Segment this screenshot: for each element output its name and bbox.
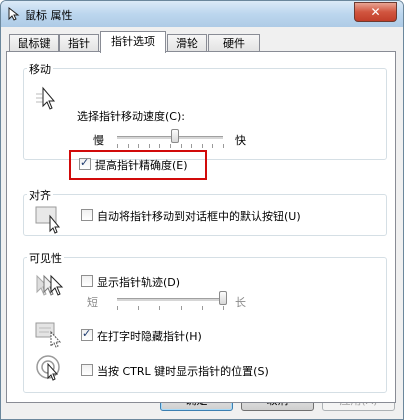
snap-heading: 对齐 — [27, 187, 53, 203]
speed-label: 选择指针移动速度(C): — [77, 110, 185, 123]
close-button[interactable]: ✕ — [354, 2, 397, 22]
slider-tick — [127, 144, 129, 148]
tab-buttons[interactable]: 鼠标键 — [9, 34, 59, 51]
pointer-options-panel: 移动 选择指针移动速度(C): 慢 快 提高指针精确度(E) 对齐 — [6, 51, 396, 403]
snap-to-icon — [35, 206, 61, 234]
speed-slider-thumb[interactable] — [171, 129, 180, 143]
tab-hardware[interactable]: 硬件 — [208, 34, 260, 51]
slider-tick — [180, 306, 182, 310]
slider-tick — [223, 306, 224, 310]
slider-tick — [201, 306, 203, 310]
trails-label[interactable]: 显示指针轨迹(D) — [97, 274, 180, 290]
show-location-checkbox[interactable] — [81, 364, 93, 376]
trails-checkbox[interactable] — [81, 275, 93, 287]
slider-tick — [180, 144, 182, 148]
trails-short-label: 短 — [87, 296, 98, 309]
slider-tick — [170, 144, 171, 148]
slider-tick — [148, 144, 150, 148]
snap-checkbox[interactable] — [81, 209, 93, 221]
slider-tick — [138, 144, 140, 148]
trails-slider-track[interactable] — [117, 298, 223, 301]
speed-slow-label: 慢 — [93, 134, 104, 147]
precision-checkbox[interactable] — [79, 156, 91, 170]
mouse-app-icon — [8, 7, 20, 21]
slider-tick — [223, 144, 224, 148]
pointer-trails-icon — [36, 274, 64, 296]
tab-pointers[interactable]: 指针 — [59, 34, 99, 51]
close-icon: ✕ — [370, 5, 381, 19]
snap-label[interactable]: 自动将指针移动到对话框中的默认按钮(U) — [97, 208, 301, 224]
trails-long-label: 长 — [235, 296, 246, 309]
window-title: 鼠标 属性 — [25, 9, 73, 22]
visibility-heading: 可见性 — [27, 250, 64, 266]
trails-slider-thumb[interactable] — [219, 291, 227, 305]
slider-tick — [117, 306, 118, 310]
dialog-client: 鼠标键 指针 指针选项 滑轮 硬件 移动 选择指针移动速度(C): 慢 快 提高… — [1, 27, 403, 419]
slider-tick — [212, 144, 214, 148]
slider-tick — [159, 306, 161, 310]
precision-label[interactable]: 提高指针精确度(E) — [95, 157, 188, 173]
show-location-icon — [36, 355, 60, 381]
tab-wheel[interactable]: 滑轮 — [167, 34, 207, 51]
show-location-label[interactable]: 当按 CTRL 键时显示指针的位置(S) — [97, 363, 269, 379]
hide-while-typing-icon — [35, 322, 62, 348]
slider-tick — [117, 144, 118, 148]
slider-tick — [159, 144, 161, 148]
hide-while-typing-checkbox[interactable] — [81, 327, 93, 341]
speed-slider-track[interactable] — [117, 136, 223, 139]
hide-while-typing-label[interactable]: 在打字时隐藏指针(H) — [97, 328, 202, 344]
slider-tick — [138, 306, 140, 310]
slider-tick — [191, 144, 193, 148]
title-bar[interactable]: 鼠标 属性 ✕ — [1, 1, 403, 27]
pointer-speed-icon — [36, 86, 56, 110]
speed-fast-label: 快 — [235, 134, 246, 147]
tab-pointer-options[interactable]: 指针选项 — [100, 31, 166, 53]
motion-heading: 移动 — [27, 61, 53, 77]
slider-tick — [201, 144, 203, 148]
mouse-properties-window: 鼠标 属性 ✕ 鼠标键 指针 指针选项 滑轮 硬件 移动 选择指针移动速度(C)… — [0, 0, 404, 420]
